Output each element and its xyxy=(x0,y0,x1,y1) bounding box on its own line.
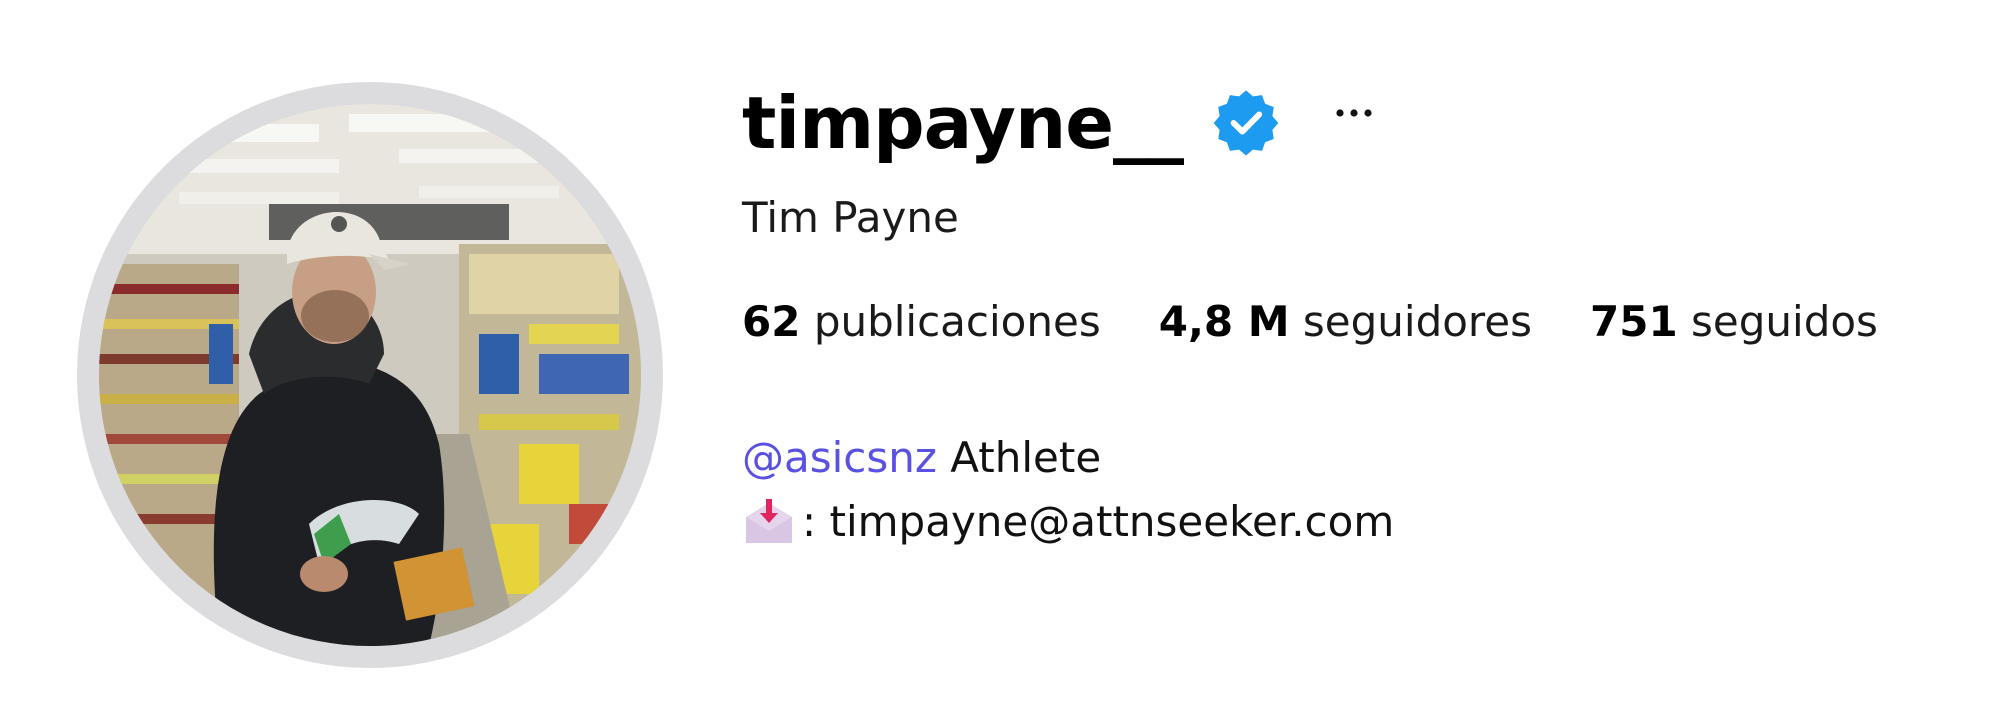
followers-count-label: seguidores xyxy=(1302,297,1532,346)
profile-stats: 62 publicaciones 4,8 M seguidores 751 se… xyxy=(742,294,1936,350)
verified-badge-icon xyxy=(1213,90,1279,156)
followers-count-value: 4,8 M xyxy=(1158,297,1290,346)
following-count-label: seguidos xyxy=(1691,297,1878,346)
username: timpayne__ xyxy=(742,81,1184,165)
followers-count[interactable]: 4,8 M seguidores xyxy=(1159,294,1532,350)
bio-line-1: @asicsnz Athlete xyxy=(742,430,1101,486)
incoming-envelope-icon xyxy=(742,497,796,547)
posts-count[interactable]: 62 publicaciones xyxy=(742,294,1101,350)
more-options-button[interactable] xyxy=(1329,83,1379,143)
bio-line-2: : timpayne@attnseeker.com xyxy=(742,494,1394,550)
posts-count-value: 62 xyxy=(742,297,801,346)
avatar[interactable] xyxy=(99,104,641,646)
posts-count-label: publicaciones xyxy=(813,297,1101,346)
following-count[interactable]: 751 seguidos xyxy=(1590,294,1878,350)
more-options-icon xyxy=(1336,109,1372,117)
bio-line-1-text: Athlete xyxy=(936,433,1102,482)
bio-email: : timpayne@attnseeker.com xyxy=(802,497,1395,546)
bio-mention-link[interactable]: @asicsnz xyxy=(742,433,937,482)
full-name: Tim Payne xyxy=(742,193,959,242)
following-count-value: 751 xyxy=(1590,297,1678,346)
profile-header: timpayne__ Tim Payne 62 publicaciones 4,… xyxy=(0,0,2000,716)
username-row: timpayne__ xyxy=(742,68,1379,178)
avatar-photo xyxy=(99,104,641,646)
